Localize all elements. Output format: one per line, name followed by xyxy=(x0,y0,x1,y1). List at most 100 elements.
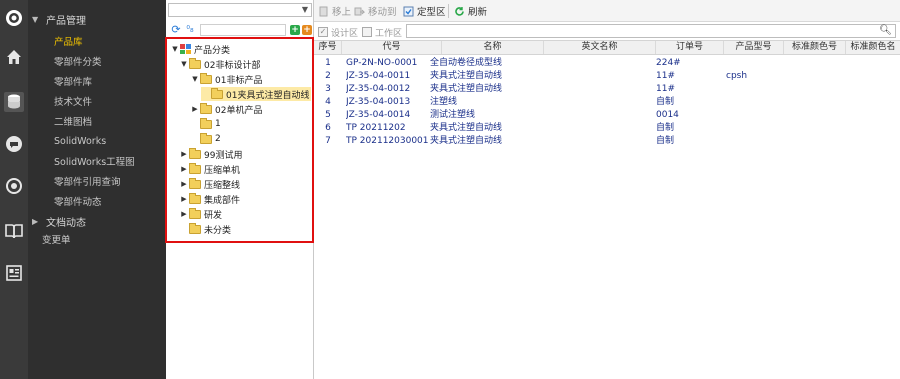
folder-icon xyxy=(189,162,201,174)
tree-node[interactable]: ▼ 02非标设计部 xyxy=(179,57,261,71)
table-row[interactable]: 5 JZ-35-04-0014 测试注塑线 0014 xyxy=(314,109,900,122)
finalize-label: 定型区 xyxy=(417,7,446,18)
folder-icon xyxy=(200,117,212,129)
main-search-input[interactable]: 🔍︎ xyxy=(406,24,896,38)
column-header-english-name[interactable]: 英文名称 xyxy=(544,41,656,54)
tree-toggle-icon[interactable]: ▶ xyxy=(179,195,189,203)
tree-node-root[interactable]: ▼ 产品分类 xyxy=(170,42,231,56)
tree-toggle-icon[interactable]: ▶ xyxy=(179,150,189,158)
nav-item-part-activity[interactable]: 零部件动态 xyxy=(54,192,102,210)
add-node-icon[interactable]: + xyxy=(302,25,312,35)
tree-node-label: 1 xyxy=(215,119,221,129)
cell-product-model xyxy=(726,83,782,96)
table-row[interactable]: 1 GP-2N-NO-0001 全自动卷径成型线 224# xyxy=(314,57,900,70)
tree-node[interactable]: 2 xyxy=(190,132,222,146)
cell-order-no: 0014 xyxy=(656,110,679,120)
column-header-index[interactable]: 序号 xyxy=(314,41,342,54)
tree-toggle-icon[interactable]: ▶ xyxy=(179,165,189,173)
column-header-code[interactable]: 代号 xyxy=(342,41,442,54)
tree-node[interactable]: 1 xyxy=(190,117,222,131)
nav-item-solidworks-drawings[interactable]: SolidWorks工程图 xyxy=(54,152,135,170)
tree-scope-select[interactable]: ▼ xyxy=(168,3,312,17)
nav-item-part-reference-query[interactable]: 零部件引用查询 xyxy=(54,172,121,190)
cell-index: 3 xyxy=(325,84,331,94)
nav-item-2d-drawings[interactable]: 二维图档 xyxy=(54,112,92,130)
cell-english-name xyxy=(548,83,656,96)
tree-toggle-icon[interactable]: ▼ xyxy=(179,60,189,68)
tree-search-input[interactable] xyxy=(200,24,286,36)
column-header-name[interactable]: 名称 xyxy=(442,41,544,54)
book-icon[interactable] xyxy=(4,221,24,241)
cell-order-no: 224# xyxy=(656,58,681,68)
nav-item-part-category[interactable]: 零部件分类 xyxy=(54,52,102,70)
tree-node[interactable]: ▶ 99测试用 xyxy=(179,147,243,161)
search-icon[interactable]: 🔍︎ xyxy=(879,25,892,37)
tree-node[interactable]: 未分类 xyxy=(179,222,232,236)
folder-icon xyxy=(200,132,212,144)
id-card-icon[interactable] xyxy=(4,263,24,283)
category-tree-pane: ▼ ⟳ ⁰₈ + + ▼ 产品分类 ▼ 02非标设计部 ▼ 01非标产品 01夹… xyxy=(166,0,314,379)
nav-group-label: 产品管理 xyxy=(46,15,86,27)
nav-group-document-activity[interactable]: ▶ 文档动态 xyxy=(32,212,86,230)
table-row[interactable]: 2 JZ-35-04-0011 夹具式注塑自动线 11# cpsh xyxy=(314,70,900,83)
column-header-order-no[interactable]: 订单号 xyxy=(656,41,724,54)
cell-product-model xyxy=(726,109,782,122)
tree-node[interactable]: ▶ 压缩整线 xyxy=(179,177,241,191)
refresh-button[interactable]: 刷新 xyxy=(454,4,487,18)
work-area-checkbox[interactable]: 工作区 xyxy=(362,26,403,39)
tree-toggle-icon[interactable]: ▶ xyxy=(179,210,189,218)
table-row[interactable]: 7 TP 202112030001 夹具式注塑自动线 自制 xyxy=(314,135,900,148)
cell-name: 夹具式注塑自动线 xyxy=(430,71,503,81)
tree-node[interactable]: ▶ 研发 xyxy=(179,207,223,221)
refresh-icon[interactable]: ⟳ xyxy=(170,24,182,36)
tree-node-label: 集成部件 xyxy=(204,195,241,206)
move-to-button[interactable]: 移动到 xyxy=(354,4,397,18)
design-area-checkbox[interactable]: ✓ 设计区 xyxy=(318,26,358,39)
nav-item-solidworks[interactable]: SolidWorks xyxy=(54,132,106,150)
home-icon[interactable] xyxy=(4,47,24,67)
table-row[interactable]: 4 JZ-35-04-0013 注塑线 自制 xyxy=(314,96,900,109)
cell-code: JZ-35-04-0012 xyxy=(346,84,411,94)
nav-group-label: 文档动态 xyxy=(46,217,86,229)
tree-toggle-icon[interactable]: ▼ xyxy=(190,75,200,83)
cell-product-model xyxy=(726,135,782,148)
tree-node-selected[interactable]: 01夹具式注塑自动线 xyxy=(201,87,311,101)
finalize-icon xyxy=(403,6,414,17)
expand-all-icon[interactable]: + xyxy=(290,25,300,35)
broadcast-icon[interactable] xyxy=(4,176,24,196)
cell-english-name xyxy=(548,70,656,83)
column-header-product-model[interactable]: 产品型号 xyxy=(724,41,784,54)
tree-node[interactable]: ▶ 02单机产品 xyxy=(190,102,263,116)
nav-item-product-library[interactable]: 产品库 xyxy=(54,32,83,50)
tree-toggle-icon[interactable]: ▶ xyxy=(179,180,189,188)
work-area-label: 工作区 xyxy=(375,28,403,39)
cell-product-model: cpsh xyxy=(726,71,748,81)
nav-item-change-order[interactable]: 变更单 xyxy=(42,230,71,248)
nav-group-product-management[interactable]: ▼ 产品管理 xyxy=(32,10,86,28)
column-header-standard-color-no[interactable]: 标准颜色号 xyxy=(784,41,846,54)
table-row[interactable]: 3 JZ-35-04-0012 夹具式注塑自动线 11# xyxy=(314,83,900,96)
cell-index: 4 xyxy=(325,97,331,107)
nav-item-tech-docs[interactable]: 技术文件 xyxy=(54,92,92,110)
column-header-standard-color-name[interactable]: 标准颜色名 xyxy=(846,41,900,54)
move-up-button[interactable]: 移上 xyxy=(318,4,351,18)
tree-node[interactable]: ▶ 集成部件 xyxy=(179,192,241,206)
table-row[interactable]: 6 TP 20211202 夹具式注塑自动线 自制 xyxy=(314,122,900,135)
tree-node-label: 压缩整线 xyxy=(204,180,241,191)
logo-icon[interactable] xyxy=(4,8,24,28)
tree-node[interactable]: ▼ 01非标产品 xyxy=(190,72,263,86)
database-icon[interactable] xyxy=(4,92,24,112)
cell-code: JZ-35-04-0013 xyxy=(346,97,411,107)
tree-node-label: 02单机产品 xyxy=(215,105,263,116)
cell-english-name xyxy=(548,109,656,122)
finalize-area-button[interactable]: 定型区 xyxy=(403,4,446,18)
cell-order-no: 自制 xyxy=(656,97,675,107)
tree-node[interactable]: ▶ 压缩单机 xyxy=(179,162,241,176)
nav-item-part-library[interactable]: 零部件库 xyxy=(54,72,92,90)
chat-icon[interactable] xyxy=(4,134,24,154)
move-up-label: 移上 xyxy=(332,7,352,18)
cell-index: 6 xyxy=(325,123,331,133)
tree-toggle-icon[interactable]: ▶ xyxy=(190,105,200,113)
tree-toggle-icon[interactable]: ▼ xyxy=(170,45,180,53)
tree-settings-icon[interactable]: ⁰₈ xyxy=(184,24,196,36)
